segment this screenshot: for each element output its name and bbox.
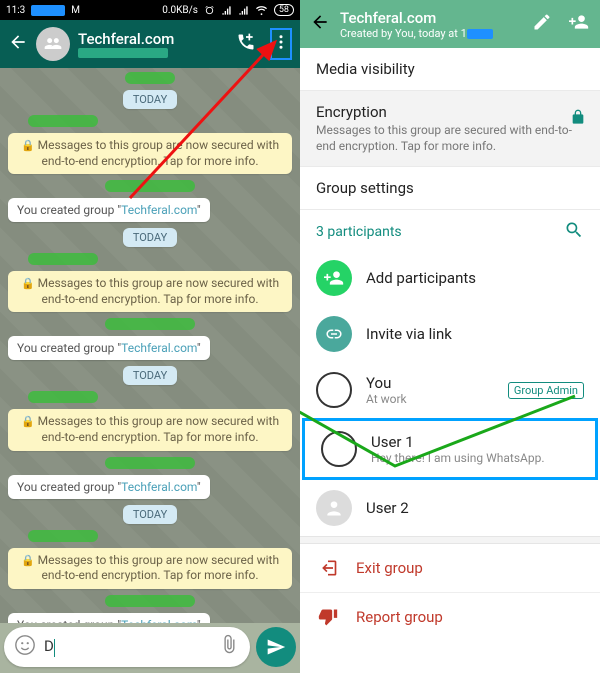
link-icon xyxy=(316,316,352,352)
participants-header: 3 participants xyxy=(300,210,600,250)
redaction xyxy=(28,530,98,542)
group-info-screen: Techferal.com Created by You, today at 1… xyxy=(300,0,600,673)
participant-user1[interactable]: User 1 Hey there! I am using WhatsApp. xyxy=(302,418,598,480)
divider xyxy=(300,536,600,544)
chat-screen: 11:3 M 0.0KB/s 58 Techferal.com TODAY xyxy=(0,0,300,673)
chat-subtitle xyxy=(78,48,168,58)
date-pill: TODAY xyxy=(123,366,177,385)
avatar xyxy=(321,431,357,467)
signal-icon-2 xyxy=(238,5,249,16)
exit-icon xyxy=(318,558,338,578)
redaction xyxy=(125,72,175,84)
redaction xyxy=(28,115,98,127)
more-options-icon[interactable] xyxy=(270,28,292,60)
participant-name: User 1 xyxy=(371,433,579,451)
chat-body[interactable]: TODAY 🔒Messages to this group are now se… xyxy=(0,68,300,623)
add-call-icon[interactable] xyxy=(236,32,256,56)
avatar xyxy=(316,372,352,408)
back-arrow-icon[interactable] xyxy=(310,12,330,36)
message-input-box[interactable]: D xyxy=(4,627,250,667)
participant-status: At work xyxy=(366,392,494,406)
thumbs-down-icon xyxy=(318,607,338,627)
redaction xyxy=(28,253,98,265)
status-net: 0.0KB/s xyxy=(162,5,198,16)
add-participants-row[interactable]: Add participants xyxy=(300,250,600,306)
date-pill: TODAY xyxy=(123,228,177,247)
invite-link-label: Invite via link xyxy=(366,325,584,343)
report-group-label: Report group xyxy=(356,608,443,626)
system-bubble: You created group "Techferal.com" xyxy=(8,336,210,360)
admin-badge: Group Admin xyxy=(508,382,584,399)
date-pill: TODAY xyxy=(123,90,177,109)
emoji-icon[interactable] xyxy=(14,634,36,660)
info-header: Techferal.com Created by You, today at 1 xyxy=(300,0,600,48)
report-group-row[interactable]: Report group xyxy=(300,593,600,641)
add-participants-label: Add participants xyxy=(366,269,584,287)
exit-group-label: Exit group xyxy=(356,559,423,577)
alarm-icon xyxy=(204,5,215,16)
participant-status: Hey there! I am using WhatsApp. xyxy=(371,451,579,465)
encryption-notice[interactable]: 🔒Messages to this group are now secured … xyxy=(8,548,292,589)
message-input[interactable]: D xyxy=(44,637,210,656)
participant-name: You xyxy=(366,374,494,392)
redaction xyxy=(28,391,98,403)
system-bubble: You created group "Techferal.com" xyxy=(8,613,210,623)
encryption-notice[interactable]: 🔒Messages to this group are now secured … xyxy=(8,271,292,312)
wifi-icon xyxy=(255,5,268,16)
chat-header: Techferal.com xyxy=(0,20,300,68)
encryption-title: Encryption xyxy=(316,103,584,121)
chat-title[interactable]: Techferal.com xyxy=(78,30,228,58)
participant-user2[interactable]: User 2 xyxy=(300,480,600,536)
participant-you[interactable]: You At work Group Admin xyxy=(300,362,600,418)
group-avatar[interactable] xyxy=(36,27,70,61)
exit-group-row[interactable]: Exit group xyxy=(300,544,600,592)
date-pill: TODAY xyxy=(123,505,177,524)
avatar xyxy=(316,490,352,526)
back-arrow-icon[interactable] xyxy=(8,32,28,56)
redaction xyxy=(105,595,195,607)
info-title-text: Techferal.com xyxy=(340,9,522,27)
encryption-notice[interactable]: 🔒Messages to this group are now secured … xyxy=(8,133,292,174)
info-subtitle: Created by You, today at 1 xyxy=(340,27,522,40)
status-time: 11:3 xyxy=(6,5,25,16)
edit-icon[interactable] xyxy=(532,12,552,36)
participants-count: 3 participants xyxy=(316,224,402,240)
encryption-notice[interactable]: 🔒Messages to this group are now secured … xyxy=(8,409,292,450)
invite-link-row[interactable]: Invite via link xyxy=(300,306,600,362)
redaction xyxy=(105,180,195,192)
encryption-sub: Messages to this group are secured with … xyxy=(316,123,584,154)
add-person-icon xyxy=(316,260,352,296)
lock-icon xyxy=(570,109,586,129)
info-title: Techferal.com Created by You, today at 1 xyxy=(340,9,522,40)
chat-title-text: Techferal.com xyxy=(78,30,228,48)
status-blob xyxy=(31,5,65,16)
group-settings-row[interactable]: Group settings xyxy=(300,167,600,210)
search-icon[interactable] xyxy=(564,220,584,244)
signal-icon xyxy=(221,5,232,16)
participant-name: User 2 xyxy=(366,499,584,517)
system-bubble: You created group "Techferal.com" xyxy=(8,475,210,499)
system-bubble: You created group "Techferal.com" xyxy=(8,198,210,222)
redaction xyxy=(105,318,195,330)
input-bar: D xyxy=(4,625,296,669)
send-button[interactable] xyxy=(256,627,296,667)
battery-icon: 58 xyxy=(274,4,294,16)
attach-icon[interactable] xyxy=(218,634,240,660)
media-visibility-row[interactable]: Media visibility xyxy=(300,48,600,91)
redaction xyxy=(105,457,195,469)
add-person-icon[interactable] xyxy=(568,12,590,36)
status-bar: 11:3 M 0.0KB/s 58 xyxy=(0,0,300,20)
encryption-row[interactable]: Encryption Messages to this group are se… xyxy=(300,91,600,167)
